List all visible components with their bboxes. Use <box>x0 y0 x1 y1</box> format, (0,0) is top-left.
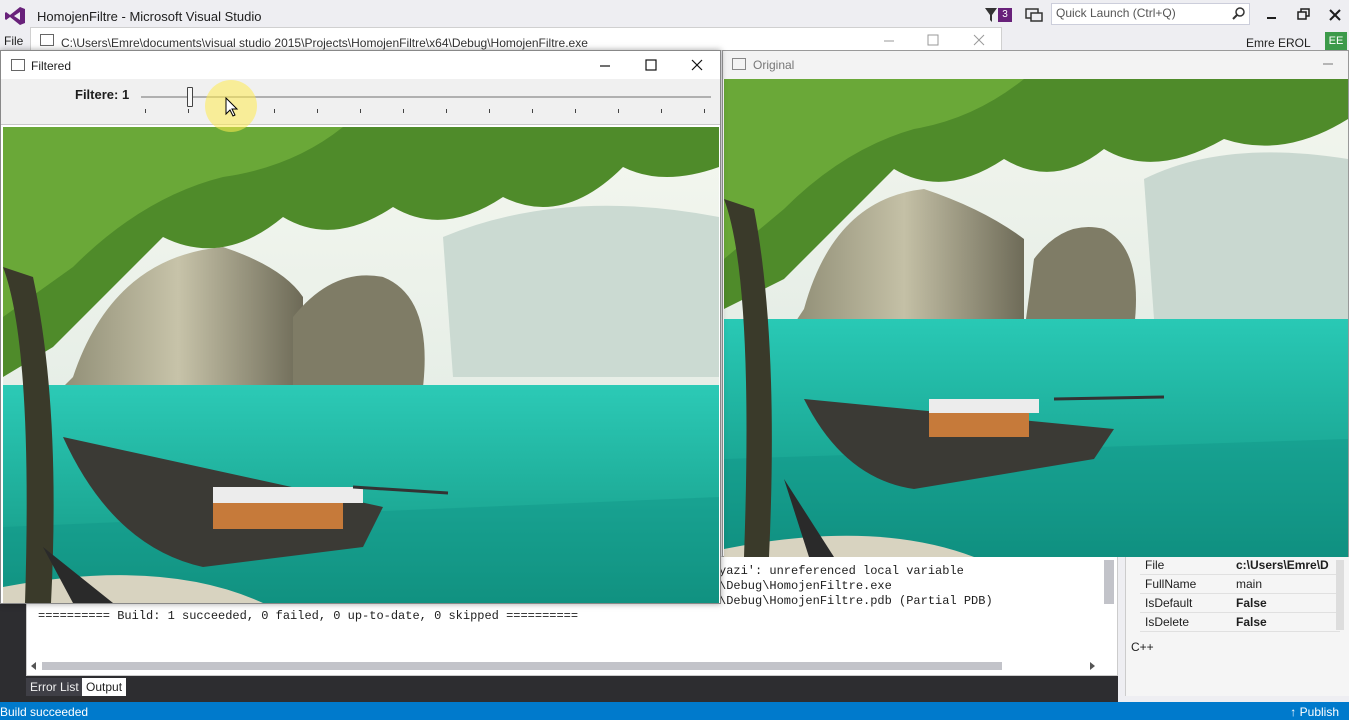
original-image <box>724 79 1348 557</box>
property-key: IsDelete <box>1145 615 1190 629</box>
status-bar: Build succeeded ↑ Publish <box>0 702 1349 720</box>
filtered-window-titlebar[interactable]: Filtered <box>1 51 720 79</box>
filtered-maximize-icon[interactable] <box>643 57 659 73</box>
publish-arrow-icon: ↑ <box>1290 705 1300 719</box>
output-horizontal-scrollbar[interactable] <box>30 660 1100 672</box>
properties-scrollbar[interactable] <box>1336 560 1344 630</box>
trackbar-tick <box>575 109 576 113</box>
trackbar-tick <box>145 109 146 113</box>
output-vertical-scrollbar[interactable] <box>1104 560 1114 604</box>
original-window[interactable]: Original <box>722 50 1349 557</box>
trackbar-thumb[interactable] <box>187 87 193 107</box>
trackbar-tick <box>446 109 447 113</box>
window-title: HomojenFiltre - Microsoft Visual Studio <box>37 9 262 24</box>
console-close-icon[interactable] <box>971 32 987 48</box>
user-name[interactable]: Emre EROL <box>1246 36 1311 50</box>
notifications-button[interactable]: 3 <box>984 6 1014 24</box>
property-value: main <box>1236 577 1263 591</box>
property-key: IsDefault <box>1145 596 1193 610</box>
trackbar-tick <box>274 109 275 113</box>
trackbar-tick <box>489 109 490 113</box>
property-value: False <box>1236 596 1267 610</box>
trackbar-tick <box>317 109 318 113</box>
scrollbar-thumb[interactable] <box>42 662 1002 670</box>
output-line: \Debug\HomojenFiltre.pdb (Partial PDB) <box>719 594 993 608</box>
tab-output[interactable]: Output <box>82 678 127 696</box>
filtered-window-icon <box>11 59 25 71</box>
visual-studio-logo-icon <box>5 7 25 25</box>
original-landscape-image <box>724 79 1348 557</box>
trackbar-tick <box>532 109 533 113</box>
trackbar-tick <box>360 109 361 113</box>
close-icon[interactable] <box>1325 6 1345 24</box>
quick-launch-placeholder: Quick Launch (Ctrl+Q) <box>1056 6 1176 20</box>
property-key: FullName <box>1145 577 1197 591</box>
properties-panel: File c:\Users\Emre\D FullName main IsDef… <box>1125 556 1349 696</box>
minimize-icon[interactable] <box>1263 6 1283 24</box>
scroll-left-icon[interactable] <box>30 661 38 671</box>
trackbar-tick <box>403 109 404 113</box>
feedback-icon[interactable] <box>1024 6 1044 24</box>
status-message: Build succeeded <box>0 705 89 719</box>
bottom-tab-strip: Error List Output <box>26 676 1118 702</box>
search-icon[interactable] <box>1232 6 1246 20</box>
filtered-close-icon[interactable] <box>689 57 705 73</box>
property-key: File <box>1145 558 1165 572</box>
output-build-summary: ========== Build: 1 succeeded, 0 failed,… <box>38 609 579 623</box>
trackbar-tick <box>618 109 619 113</box>
trackbar-tick <box>661 109 662 113</box>
filtered-landscape-image <box>3 127 719 603</box>
original-minimize-icon[interactable] <box>1321 57 1335 71</box>
trackbar-label: Filtere: 1 <box>75 87 130 102</box>
trackbar-panel: Filtere: 1 <box>1 79 720 125</box>
scroll-right-icon[interactable] <box>1088 661 1096 671</box>
filtered-window-title: Filtered <box>31 59 72 73</box>
console-window-icon <box>40 34 54 46</box>
filter-icon <box>985 8 997 22</box>
property-row[interactable]: IsDelete False <box>1140 613 1340 632</box>
filtered-minimize-icon[interactable] <box>597 57 613 73</box>
publish-label: Publish <box>1299 705 1339 719</box>
notification-count-badge: 3 <box>998 8 1012 22</box>
user-avatar[interactable]: EE <box>1325 32 1347 50</box>
original-window-titlebar[interactable]: Original <box>723 51 1348 79</box>
trackbar-tick <box>188 109 189 113</box>
console-maximize-icon[interactable] <box>925 32 941 48</box>
original-window-title: Original <box>753 58 795 72</box>
restore-icon[interactable] <box>1294 6 1314 24</box>
trackbar-tick <box>704 109 705 113</box>
menu-file[interactable]: File <box>4 34 23 48</box>
publish-button[interactable]: ↑ Publish <box>1290 705 1339 719</box>
original-window-icon <box>732 58 746 70</box>
output-line: \Debug\HomojenFiltre.exe <box>719 579 892 593</box>
console-window-path: C:\Users\Emre\documents\visual studio 20… <box>61 36 588 50</box>
property-description: C++ <box>1131 640 1154 654</box>
filtered-window[interactable]: Filtered Filtere: 1 <box>0 50 721 604</box>
property-row[interactable]: File c:\Users\Emre\D <box>1140 556 1340 575</box>
output-line: yazi': unreferenced local variable <box>719 564 964 578</box>
property-value: False <box>1236 615 1267 629</box>
quick-launch-input[interactable]: Quick Launch (Ctrl+Q) <box>1051 3 1250 25</box>
property-row[interactable]: IsDefault False <box>1140 594 1340 613</box>
property-row[interactable]: FullName main <box>1140 575 1340 594</box>
console-minimize-icon[interactable] <box>881 32 897 48</box>
console-window-titlebar[interactable]: C:\Users\Emre\documents\visual studio 20… <box>30 27 1002 51</box>
property-value: c:\Users\Emre\D <box>1236 558 1329 572</box>
filtered-image <box>3 127 719 603</box>
mouse-cursor-icon <box>225 97 239 117</box>
tab-error-list[interactable]: Error List <box>26 678 83 696</box>
